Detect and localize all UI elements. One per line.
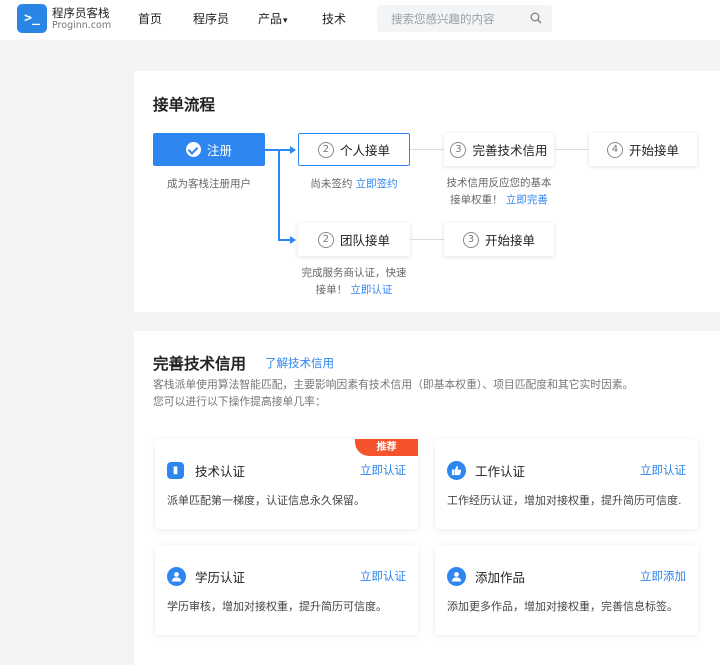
credit-title: 完善技术信用 bbox=[153, 355, 247, 373]
add-works-card: 添加作品 立即添加 添加更多作品，增加对接权重，完善信息标签。 bbox=[435, 545, 698, 635]
flow-title: 接单流程 bbox=[153, 96, 216, 114]
certify-now-link[interactable]: 立即认证 bbox=[350, 284, 392, 296]
arrow-right-icon bbox=[290, 146, 296, 154]
tech-credit-card: 完善技术信用 了解技术信用 客栈派单使用算法智能匹配，主要影响因素有技术信用（即… bbox=[134, 331, 720, 665]
team-order-desc: 完成服务商认证，快速 接单！ 立即认证 bbox=[291, 265, 417, 299]
step-number: 3 bbox=[450, 141, 467, 158]
cert-title: 工作认证 bbox=[475, 464, 526, 479]
user-icon bbox=[167, 567, 186, 586]
cert-desc: 学历审核，增加对接权重，提升简历可信度。 bbox=[167, 600, 387, 613]
team-start-order-step[interactable]: 3 开始接单 bbox=[444, 223, 554, 256]
logo-icon[interactable]: >_ bbox=[17, 4, 47, 33]
tech-credit-label: 完善技术信用 bbox=[472, 143, 548, 158]
cert-desc: 添加更多作品，增加对接权重，完善信息标签。 bbox=[447, 600, 678, 613]
tech-credit-step[interactable]: 3 完善技术信用 bbox=[444, 133, 554, 166]
register-desc: 成为客栈注册用户 bbox=[167, 178, 251, 190]
work-cert-button[interactable]: 立即认证 bbox=[640, 462, 686, 478]
logo-title[interactable]: 程序员客栈 bbox=[52, 5, 110, 21]
connector-line bbox=[265, 149, 278, 151]
arrow-right-icon bbox=[290, 236, 296, 244]
start-order-step[interactable]: 4 开始接单 bbox=[589, 133, 697, 166]
tech-credit-desc-line2: 接单权重！ bbox=[450, 194, 503, 206]
register-step[interactable]: 注册 bbox=[153, 133, 265, 166]
cert-desc: 工作经历认证，增加对接权重，提升简历可信度. bbox=[447, 494, 682, 507]
nav-programmers[interactable]: 程序员 bbox=[193, 0, 229, 40]
search-placeholder: 搜索您感兴趣的内容 bbox=[391, 12, 495, 26]
credit-intro-line2: 您可以进行以下操作提高接单几率： bbox=[153, 395, 326, 408]
logo-subtitle: Proginn.com bbox=[52, 20, 112, 31]
personal-order-desc: 尚未签约 立即签约 bbox=[298, 176, 410, 193]
badge-icon: ▮ bbox=[167, 462, 184, 479]
team-order-desc-line2-wrap: 接单！ 立即认证 bbox=[291, 282, 417, 299]
user-icon bbox=[447, 567, 466, 586]
team-order-desc-line2: 接单！ bbox=[315, 284, 348, 296]
search-icon[interactable] bbox=[530, 12, 542, 24]
cert-title: 技术认证 bbox=[195, 464, 246, 479]
learn-credit-link[interactable]: 了解技术信用 bbox=[265, 355, 334, 371]
team-start-order-label: 开始接单 bbox=[484, 233, 535, 248]
nav-home[interactable]: 首页 bbox=[138, 0, 162, 40]
connector-line bbox=[278, 149, 280, 240]
chevron-down-icon: ▾ bbox=[283, 16, 288, 26]
check-icon bbox=[185, 142, 201, 157]
order-flow-card: 接单流程 注册 成为客栈注册用户 2 个人接单 尚未签约 立即签约 3 完善技术… bbox=[134, 71, 720, 312]
start-order-label: 开始接单 bbox=[628, 143, 679, 158]
team-order-step[interactable]: 2 团队接单 bbox=[298, 223, 410, 256]
sign-now-link[interactable]: 立即签约 bbox=[356, 178, 398, 190]
flow-line bbox=[410, 149, 444, 150]
flow-line bbox=[554, 149, 589, 150]
credit-intro-line1: 客栈派单使用算法智能匹配，主要影响因素有技术信用（即基本权重）、项目匹配度和其它… bbox=[153, 378, 634, 391]
add-works-button[interactable]: 立即添加 bbox=[640, 568, 686, 584]
step-number: 4 bbox=[606, 141, 623, 158]
step-number: 2 bbox=[317, 231, 334, 248]
connector-line bbox=[278, 149, 290, 151]
personal-order-step[interactable]: 2 个人接单 bbox=[298, 133, 410, 166]
cert-title: 学历认证 bbox=[195, 570, 246, 585]
nav-products-label: 产品 bbox=[258, 12, 283, 26]
team-order-label: 团队接单 bbox=[339, 233, 390, 248]
thumbs-up-icon bbox=[447, 461, 466, 480]
personal-order-desc-text: 尚未签约 bbox=[310, 178, 353, 190]
search-input[interactable]: 搜索您感兴趣的内容 bbox=[377, 5, 552, 32]
team-order-desc-line1: 完成服务商认证，快速 bbox=[301, 267, 407, 279]
recommend-badge: 推荐 bbox=[355, 439, 418, 456]
personal-order-label: 个人接单 bbox=[339, 143, 390, 158]
step-number: 2 bbox=[317, 141, 334, 158]
improve-now-link[interactable]: 立即完善 bbox=[506, 194, 548, 206]
nav-tech[interactable]: 技术 bbox=[322, 0, 346, 40]
flow-line bbox=[410, 239, 444, 240]
connector-line bbox=[278, 239, 290, 241]
tech-credit-desc: 技术信用反应您的基本 接单权重！ 立即完善 bbox=[434, 175, 564, 209]
tech-credit-desc-line1: 技术信用反应您的基本 bbox=[446, 177, 552, 189]
tech-cert-card: 推荐 ▮ 技术认证 立即认证 派单匹配第一梯度，认证信息永久保留。 bbox=[155, 439, 418, 529]
step-number: 3 bbox=[462, 231, 479, 248]
cert-desc: 派单匹配第一梯度，认证信息永久保留。 bbox=[167, 494, 365, 507]
top-header: >_ 程序员客栈 Proginn.com 首页 程序员 产品▾ 技术 搜索您感兴… bbox=[0, 0, 720, 40]
tech-credit-desc-line2-wrap: 接单权重！ 立即完善 bbox=[434, 192, 564, 209]
nav-products[interactable]: 产品▾ bbox=[258, 0, 288, 40]
cert-title: 添加作品 bbox=[475, 570, 526, 585]
education-cert-button[interactable]: 立即认证 bbox=[360, 568, 406, 584]
work-cert-card: 工作认证 立即认证 工作经历认证，增加对接权重，提升简历可信度. bbox=[435, 439, 698, 529]
education-cert-card: 学历认证 立即认证 学历审核，增加对接权重，提升简历可信度。 bbox=[155, 545, 418, 635]
tech-cert-button[interactable]: 立即认证 bbox=[360, 462, 406, 478]
register-label: 注册 bbox=[206, 143, 232, 158]
